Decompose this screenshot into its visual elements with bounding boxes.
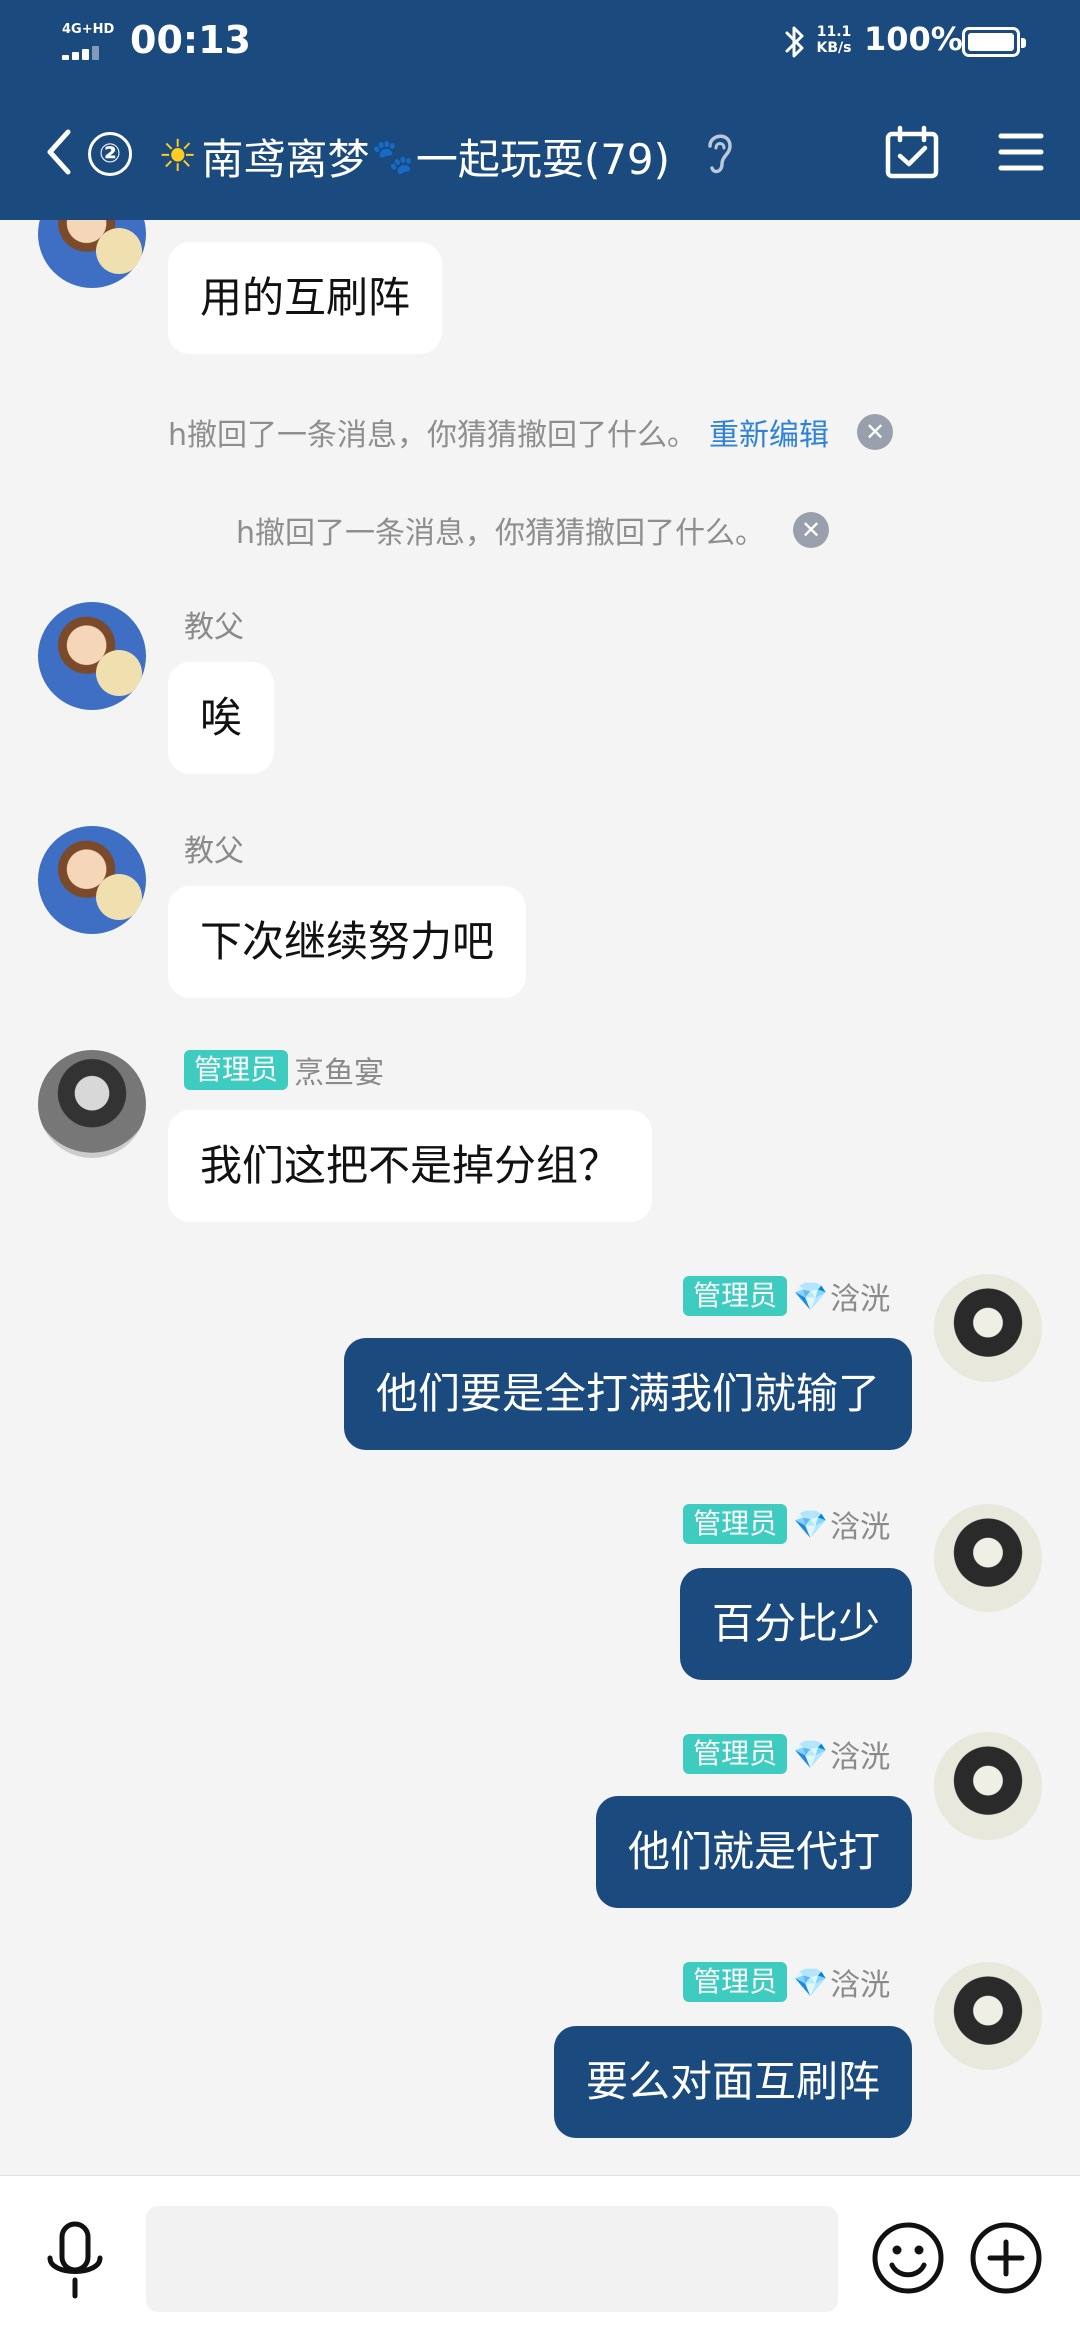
message-bubble[interactable]: 要么对面互刷阵 bbox=[553, 2026, 912, 2138]
message-bubble[interactable]: 我们这把不是掉分组？ bbox=[168, 1110, 653, 1222]
input-bar bbox=[0, 2175, 1080, 2340]
message-bubble[interactable]: 唉 bbox=[168, 662, 275, 774]
message-bubble[interactable]: 下次继续努力吧 bbox=[168, 886, 527, 998]
group-title-suffix: 一起玩耍(79) bbox=[415, 135, 671, 184]
sender-line: 管理员 💎 浛洸 bbox=[683, 1732, 890, 1776]
message-input[interactable] bbox=[146, 2206, 838, 2312]
status-bar: 4G+HD 00:13 11.1 KB/s 100% bbox=[0, 0, 1080, 90]
network-type: 4G+HD bbox=[62, 22, 115, 37]
sender-name: 烹鱼宴 bbox=[294, 1056, 385, 1091]
clock: 00:13 bbox=[130, 18, 251, 62]
emoji-icon[interactable] bbox=[870, 2220, 946, 2296]
close-icon[interactable]: ✕ bbox=[793, 512, 830, 548]
admin-badge: 管理员 bbox=[683, 1276, 788, 1316]
admin-badge: 管理员 bbox=[184, 1050, 289, 1090]
avatar[interactable] bbox=[38, 1050, 146, 1158]
sender-name: 浛洸 bbox=[830, 1510, 890, 1545]
diamond-icon: 💎 bbox=[793, 1737, 828, 1771]
back-arrow-icon[interactable] bbox=[40, 124, 80, 180]
message-bubble[interactable]: 他们就是代打 bbox=[595, 1796, 912, 1908]
signal-bars-icon bbox=[62, 44, 112, 60]
message-bubble[interactable]: 他们要是全打满我们就输了 bbox=[343, 1338, 912, 1450]
diamond-icon: 💎 bbox=[793, 1507, 828, 1541]
plus-icon[interactable] bbox=[968, 2220, 1044, 2296]
admin-badge: 管理员 bbox=[683, 1962, 788, 2002]
diamond-icon: 💎 bbox=[793, 1965, 828, 1999]
avatar[interactable] bbox=[934, 1732, 1042, 1840]
recall-notice-text: h撤回了一条消息，你猜猜撤回了什么。 bbox=[236, 516, 766, 551]
speed-unit: KB/s bbox=[816, 40, 852, 56]
recall-notice: h撤回了一条消息，你猜猜撤回了什么。 ✕ bbox=[236, 508, 830, 552]
message-list[interactable]: 用的互刷阵 h撤回了一条消息，你猜猜撤回了什么。 重新编辑 ✕ h撤回了一条消息… bbox=[0, 220, 1080, 2175]
microphone-icon[interactable] bbox=[40, 2220, 110, 2302]
close-icon[interactable]: ✕ bbox=[857, 414, 894, 450]
menu-icon[interactable] bbox=[998, 130, 1044, 174]
recall-notice: h撤回了一条消息，你猜猜撤回了什么。 重新编辑 ✕ bbox=[168, 410, 894, 454]
avatar[interactable] bbox=[934, 1962, 1042, 2070]
avatar[interactable] bbox=[38, 602, 146, 710]
recall-notice-text: h撤回了一条消息，你猜猜撤回了什么。 bbox=[168, 418, 698, 453]
sender-line: 管理员 💎 浛洸 bbox=[683, 1274, 890, 1318]
unread-count-badge[interactable]: ② bbox=[88, 132, 132, 176]
avatar[interactable] bbox=[38, 220, 146, 288]
admin-badge: 管理员 bbox=[683, 1734, 788, 1774]
avatar[interactable] bbox=[934, 1274, 1042, 1382]
group-title-text: 南鸢离梦 bbox=[201, 135, 370, 184]
sender-name: 教父 bbox=[184, 834, 244, 869]
avatar[interactable] bbox=[934, 1504, 1042, 1612]
sender-line: 管理员 💎 浛洸 bbox=[683, 1960, 890, 2004]
message-bubble[interactable]: 百分比少 bbox=[679, 1568, 912, 1680]
admin-badge: 管理员 bbox=[683, 1504, 788, 1544]
speed-value: 11.1 bbox=[816, 24, 852, 40]
bluetooth-icon bbox=[785, 26, 804, 58]
ear-icon[interactable] bbox=[702, 128, 738, 178]
sender-name: 教父 bbox=[184, 610, 244, 645]
sun-emoji-icon: ☀ bbox=[158, 131, 198, 182]
sender-line: 管理员 💎 浛洸 bbox=[683, 1502, 890, 1546]
sender-name: 浛洸 bbox=[830, 1740, 890, 1775]
sender-line: 管理员 烹鱼宴 bbox=[184, 1048, 384, 1092]
battery-icon bbox=[962, 27, 1026, 57]
paw-emoji-icon: 🐾 bbox=[371, 136, 414, 177]
sender-name: 浛洸 bbox=[830, 1968, 890, 2003]
message-bubble[interactable]: 用的互刷阵 bbox=[168, 242, 443, 354]
network-speed: 11.1 KB/s bbox=[814, 24, 854, 56]
calendar-check-icon[interactable] bbox=[884, 124, 940, 180]
chat-header: ② ☀ 南鸢离梦 🐾 一起玩耍(79) bbox=[0, 112, 1080, 192]
re-edit-link[interactable]: 重新编辑 bbox=[709, 410, 829, 454]
group-title[interactable]: ☀ 南鸢离梦 🐾 一起玩耍(79) bbox=[158, 126, 670, 187]
signal-indicator: 4G+HD bbox=[62, 22, 124, 62]
avatar[interactable] bbox=[38, 826, 146, 934]
sender-name: 浛洸 bbox=[830, 1282, 890, 1317]
top-bar: 4G+HD 00:13 11.1 KB/s 100% ② ☀ 南鸢离梦 🐾 一起… bbox=[0, 0, 1080, 220]
battery-percent: 100% bbox=[864, 20, 963, 58]
diamond-icon: 💎 bbox=[793, 1279, 828, 1313]
